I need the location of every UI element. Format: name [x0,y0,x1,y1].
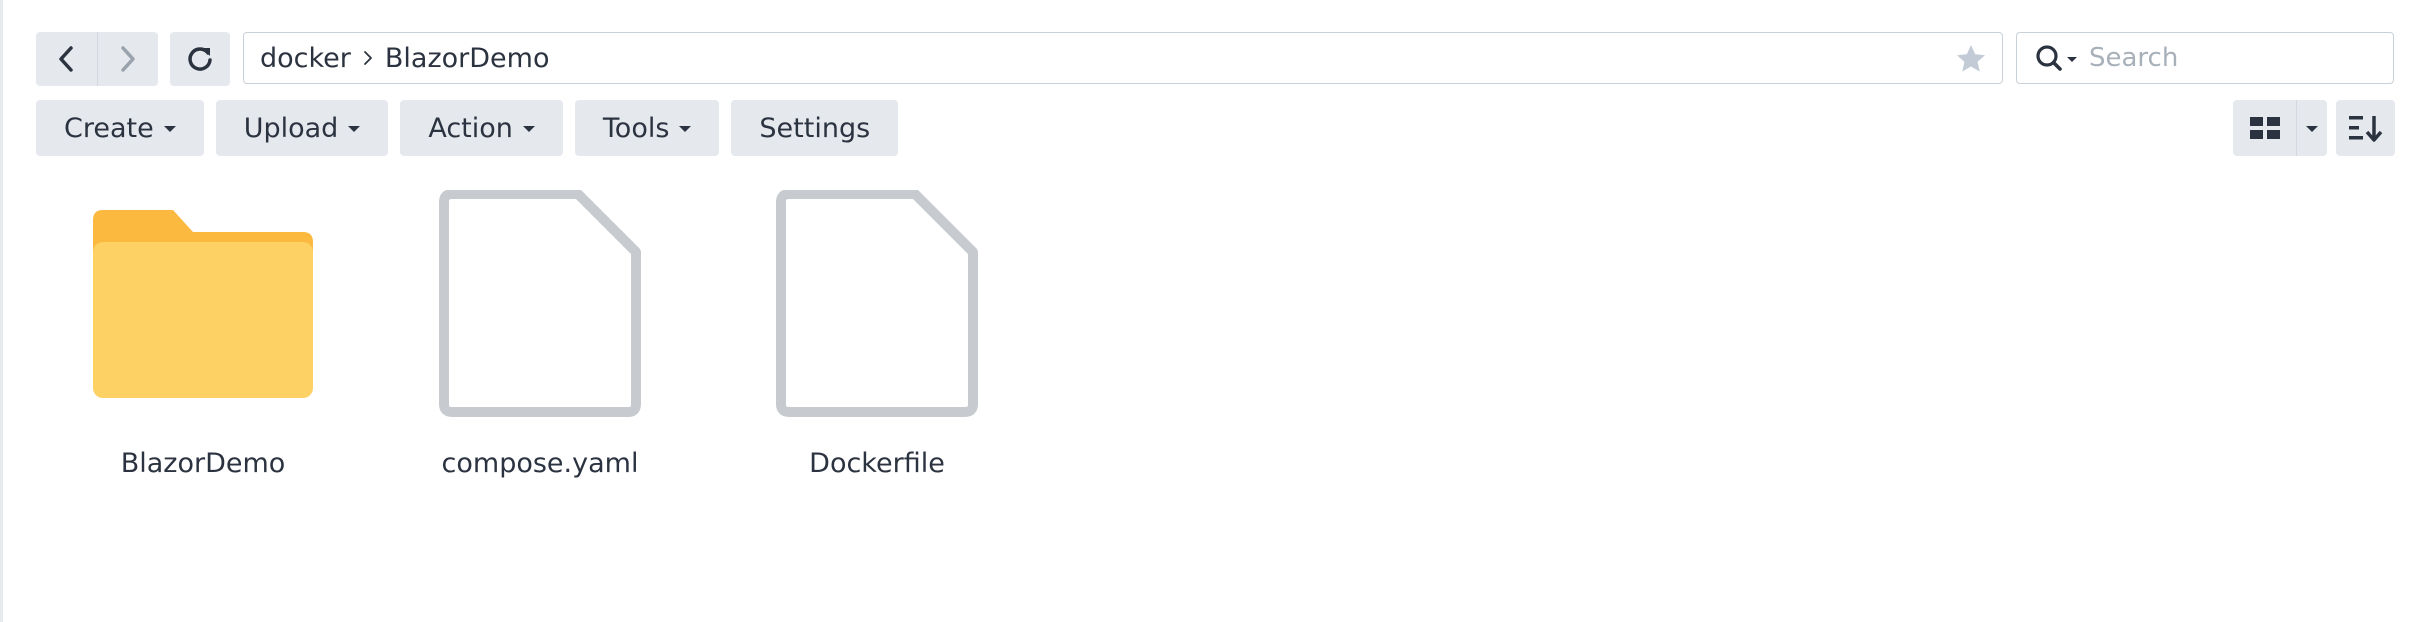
chevron-down-icon [2306,126,2318,132]
refresh-icon [188,47,212,71]
upload-button-label: Upload [243,112,339,144]
file-name: BlazorDemo [120,448,286,479]
file-item[interactable]: compose.yaml [390,180,690,500]
action-button[interactable]: Action [400,100,563,156]
chevron-right-icon [121,46,135,72]
folder-icon [93,210,313,398]
grid-view-icon [2249,117,2280,139]
tools-button[interactable]: Tools [574,100,720,156]
breadcrumb-separator-icon [363,50,373,66]
breadcrumb-item[interactable]: docker [260,43,351,74]
breadcrumb-item[interactable]: BlazorDemo [385,43,550,74]
view-mode-group [2233,100,2327,156]
back-button[interactable] [36,32,97,86]
search-options-button[interactable] [2035,44,2077,72]
file-icon [439,190,641,417]
settings-button-label: Settings [759,112,871,144]
chevron-down-icon [348,126,361,132]
history-buttons [36,32,158,86]
search-icon [2036,45,2062,71]
action-button-label: Action [428,112,513,144]
file-icon [776,190,978,417]
view-controls [2233,100,2395,156]
chevron-down-icon [522,126,535,132]
tools-button-label: Tools [602,112,670,144]
star-icon [1957,45,1985,72]
folder-item[interactable]: BlazorDemo [53,180,353,500]
file-item[interactable]: Dockerfile [727,180,1027,500]
chevron-left-icon [59,46,73,72]
settings-button[interactable]: Settings [731,100,899,156]
sort-icon [2348,116,2382,142]
file-station-window: docker BlazorDemo Search Create Upload A… [0,0,2420,622]
action-toolbar: Create Upload Action Tools Settings [36,100,899,156]
view-mode-dropdown[interactable] [2296,100,2327,156]
refresh-button[interactable] [170,32,230,86]
sort-button[interactable] [2336,100,2395,156]
file-name: compose.yaml [441,448,639,479]
forward-button[interactable] [96,32,159,86]
chevron-down-icon [163,126,176,132]
favorite-button[interactable] [1954,42,1988,76]
search-input[interactable] [2087,42,2371,74]
file-name: Dockerfile [809,448,945,479]
path-bar[interactable]: docker BlazorDemo [243,32,2003,84]
view-mode-button[interactable] [2233,100,2296,156]
search-box [2016,32,2394,84]
upload-button[interactable]: Upload [215,100,389,156]
create-button-label: Create [64,112,154,144]
navigation-bar: docker BlazorDemo [36,30,2394,88]
chevron-down-icon [2067,56,2077,62]
create-button[interactable]: Create [36,100,204,156]
chevron-down-icon [679,126,692,132]
